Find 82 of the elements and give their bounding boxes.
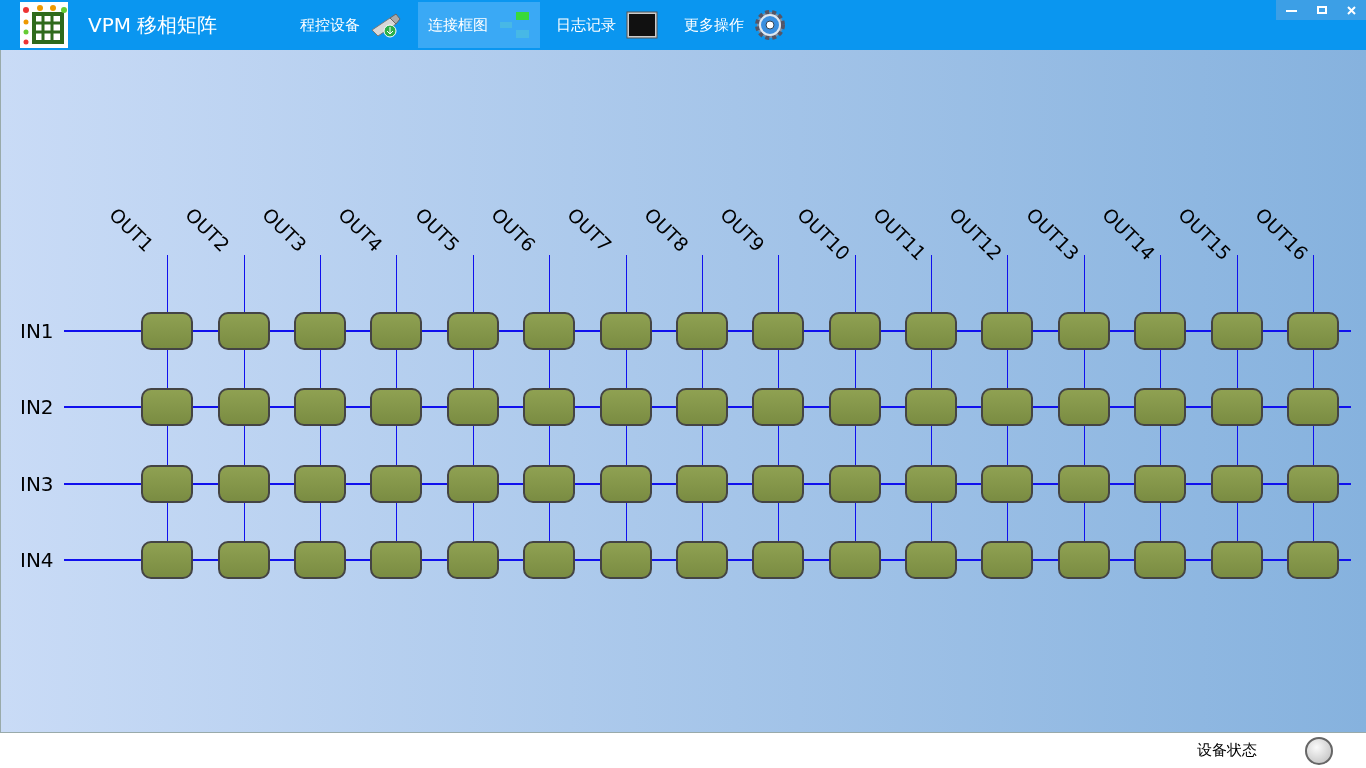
crosspoint-button[interactable] xyxy=(141,388,194,427)
crosspoint-button[interactable] xyxy=(1057,464,1110,503)
crosspoint-button[interactable] xyxy=(217,388,270,427)
crosspoint-button[interactable] xyxy=(599,541,652,580)
crosspoint-button[interactable] xyxy=(599,388,652,427)
crosspoint-button[interactable] xyxy=(828,388,881,427)
crosspoint-button[interactable] xyxy=(1210,464,1263,503)
crosspoint-button[interactable] xyxy=(828,541,881,580)
window-title: VPM 移相矩阵 xyxy=(88,11,219,39)
crosspoint-button[interactable] xyxy=(675,312,728,350)
maximize-icon[interactable] xyxy=(1317,6,1327,14)
settings-icon xyxy=(754,9,786,41)
crosspoint-button[interactable] xyxy=(370,388,423,427)
crosspoint-button[interactable] xyxy=(1287,464,1340,503)
usb-drive-icon xyxy=(370,12,402,38)
crosspoint-button[interactable] xyxy=(1134,312,1187,350)
crosspoint-button[interactable] xyxy=(675,464,728,503)
nav-tab[interactable]: 连接框图 xyxy=(418,2,540,48)
crosspoint-button[interactable] xyxy=(981,464,1034,503)
crosspoint-button[interactable] xyxy=(141,464,194,503)
crosspoint-button[interactable] xyxy=(141,312,194,350)
crosspoint-button[interactable] xyxy=(675,541,728,580)
input-label: IN1 xyxy=(20,319,54,343)
crosspoint-button[interactable] xyxy=(293,388,346,427)
crosspoint-button[interactable] xyxy=(828,464,881,503)
crosspoint-button[interactable] xyxy=(370,464,423,503)
crosspoint-button[interactable] xyxy=(1134,464,1187,503)
crosspoint-button[interactable] xyxy=(905,541,958,580)
crosspoint-button[interactable] xyxy=(599,312,652,350)
crosspoint-button[interactable] xyxy=(217,541,270,580)
minimize-icon[interactable] xyxy=(1286,8,1297,12)
crosspoint-button[interactable] xyxy=(905,388,958,427)
diagram-icon xyxy=(498,10,530,40)
crosspoint-button[interactable] xyxy=(1134,541,1187,580)
nav-tab[interactable]: 程控设备 xyxy=(290,2,412,48)
crosspoint-button[interactable] xyxy=(370,312,423,350)
app-logo xyxy=(20,2,68,48)
crosspoint-button[interactable] xyxy=(828,312,881,350)
input-label: IN4 xyxy=(20,548,54,573)
crosspoint-button[interactable] xyxy=(981,541,1034,580)
crosspoint-button[interactable] xyxy=(1210,312,1263,350)
close-icon[interactable] xyxy=(1347,5,1356,15)
crosspoint-button[interactable] xyxy=(675,388,728,427)
crosspoint-button[interactable] xyxy=(599,464,652,503)
crosspoint-button[interactable] xyxy=(370,541,423,580)
crosspoint-button[interactable] xyxy=(752,541,805,580)
crosspoint-button[interactable] xyxy=(141,541,194,580)
crosspoint-button[interactable] xyxy=(523,388,576,427)
crosspoint-button[interactable] xyxy=(293,312,346,350)
input-label: IN2 xyxy=(20,395,54,420)
crosspoint-button[interactable] xyxy=(217,312,270,350)
crosspoint-button[interactable] xyxy=(905,464,958,503)
crosspoint-button[interactable] xyxy=(293,464,346,503)
crosspoint-button[interactable] xyxy=(446,464,499,503)
crosspoint-button[interactable] xyxy=(981,312,1034,350)
crosspoint-button[interactable] xyxy=(1057,541,1110,580)
crosspoint-button[interactable] xyxy=(1057,388,1110,427)
crosspoint-button[interactable] xyxy=(1287,541,1340,580)
crosspoint-button[interactable] xyxy=(523,541,576,580)
crosspoint-button[interactable] xyxy=(217,464,270,503)
crosspoint-button[interactable] xyxy=(1057,312,1110,350)
crosspoint-button[interactable] xyxy=(981,388,1034,427)
crosspoint-button[interactable] xyxy=(293,541,346,580)
crosspoint-button[interactable] xyxy=(523,312,576,350)
crosspoint-button[interactable] xyxy=(446,541,499,580)
crosspoint-button[interactable] xyxy=(1134,388,1187,427)
monitor-icon xyxy=(626,11,658,39)
crosspoint-button[interactable] xyxy=(446,388,499,427)
input-label: IN3 xyxy=(20,471,54,496)
crosspoint-button[interactable] xyxy=(1210,388,1263,427)
nav-tab[interactable]: 日志记录 xyxy=(546,2,668,48)
crosspoint-button[interactable] xyxy=(1287,312,1340,350)
crosspoint-button[interactable] xyxy=(752,312,805,350)
crosspoint-button[interactable] xyxy=(523,464,576,503)
crosspoint-button[interactable] xyxy=(752,464,805,503)
crosspoint-button[interactable] xyxy=(1210,541,1263,580)
crosspoint-button[interactable] xyxy=(752,388,805,427)
nav-tab[interactable]: 更多操作 xyxy=(674,2,796,48)
crosspoint-button[interactable] xyxy=(905,312,958,350)
crosspoint-button[interactable] xyxy=(1287,388,1340,427)
status-label: 设备状态 xyxy=(1197,741,1257,760)
crosspoint-button[interactable] xyxy=(446,312,499,350)
